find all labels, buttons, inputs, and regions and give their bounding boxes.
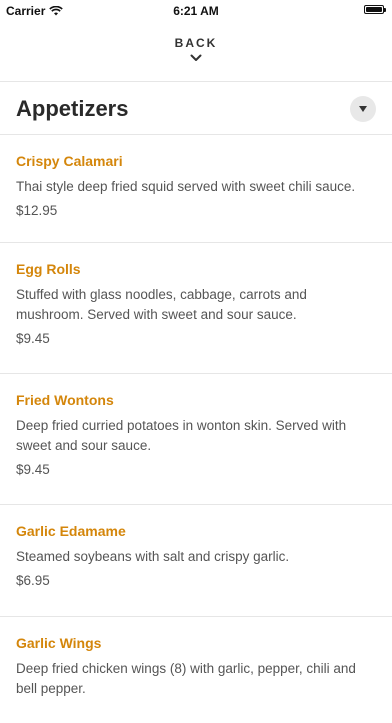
section-toggle-button[interactable]: [350, 96, 376, 122]
chevron-down-icon: [190, 54, 202, 61]
item-name: Crispy Calamari: [16, 153, 123, 169]
back-label: BACK: [174, 36, 218, 50]
menu-item[interactable]: Garlic Edamame Steamed soybeans with sal…: [0, 505, 392, 617]
item-name: Garlic Edamame: [16, 523, 126, 539]
item-price: $9.45: [16, 331, 50, 346]
item-price: $9.45: [16, 462, 50, 477]
item-name: Fried Wontons: [16, 392, 114, 408]
menu-item[interactable]: Egg Rolls Stuffed with glass noodles, ca…: [0, 243, 392, 374]
menu-item[interactable]: Crispy Calamari Thai style deep fried sq…: [0, 135, 392, 243]
menu-item[interactable]: Fried Wontons Deep fried curried potatoe…: [0, 374, 392, 505]
caret-down-icon: [359, 106, 367, 112]
item-description: Stuffed with glass noodles, cabbage, car…: [16, 287, 307, 322]
menu-list: Crispy Calamari Thai style deep fried sq…: [0, 135, 392, 723]
item-description: Deep fried curried potatoes in wonton sk…: [16, 418, 347, 453]
item-price: $6.95: [16, 573, 50, 588]
item-description: Thai style deep fried squid served with …: [16, 179, 356, 194]
section-header[interactable]: Appetizers: [0, 82, 392, 134]
item-name: Garlic Wings: [16, 635, 102, 651]
back-button[interactable]: BACK: [0, 36, 392, 62]
item-description: Steamed soybeans with salt and crispy ga…: [16, 549, 290, 564]
status-time: 6:21 AM: [173, 4, 219, 18]
status-right: [364, 5, 386, 14]
battery-icon: [364, 5, 386, 14]
battery-level: [366, 7, 382, 12]
status-bar: Carrier 6:21 AM: [0, 0, 392, 22]
item-price: $12.95: [16, 203, 58, 218]
menu-item[interactable]: Garlic Wings Deep fried chicken wings (8…: [0, 617, 392, 723]
item-description: Deep fried chicken wings (8) with garlic…: [16, 661, 356, 696]
section-title: Appetizers: [16, 96, 129, 121]
item-name: Egg Rolls: [16, 261, 81, 277]
